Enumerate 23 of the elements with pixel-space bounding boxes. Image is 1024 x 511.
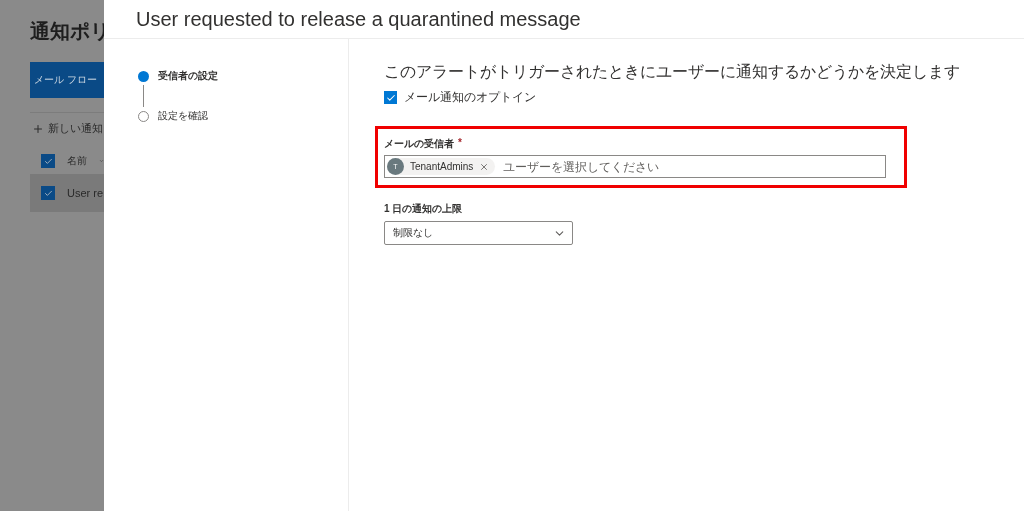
recipients-label: メールの受信者 xyxy=(384,137,454,151)
recipient-name: TenantAdmins xyxy=(410,161,474,172)
select-all-checkbox[interactable] xyxy=(41,154,55,168)
limit-dropdown[interactable]: 制限なし xyxy=(384,221,573,245)
check-icon xyxy=(385,92,396,103)
opt-in-checkbox[interactable] xyxy=(384,91,397,104)
step-label[interactable]: 受信者の設定 xyxy=(158,69,218,83)
opt-in-label: メール通知のオプトイン xyxy=(404,89,536,106)
page-title: 通知ポリ xyxy=(29,19,104,44)
row-checkbox[interactable] xyxy=(41,186,55,200)
check-icon xyxy=(43,188,53,198)
close-icon[interactable] xyxy=(479,161,490,172)
section-heading: このアラートがトリガーされたときにユーザーに通知するかどうかを決定します xyxy=(384,61,960,82)
new-policy-button[interactable]: 新しい通知 xyxy=(32,121,104,136)
policy-name: User re xyxy=(67,187,104,199)
plus-icon xyxy=(32,122,44,135)
step-label[interactable]: 設定を確認 xyxy=(158,109,208,123)
limit-label: 1 日の通知の上限 xyxy=(384,202,463,216)
panel-title: User requested to release a quarantined message xyxy=(104,0,1024,39)
required-mark: * xyxy=(458,137,462,150)
column-header[interactable]: 名前 xyxy=(67,154,87,168)
check-icon xyxy=(43,156,53,166)
tab-button[interactable]: メール フロー xyxy=(30,62,104,98)
